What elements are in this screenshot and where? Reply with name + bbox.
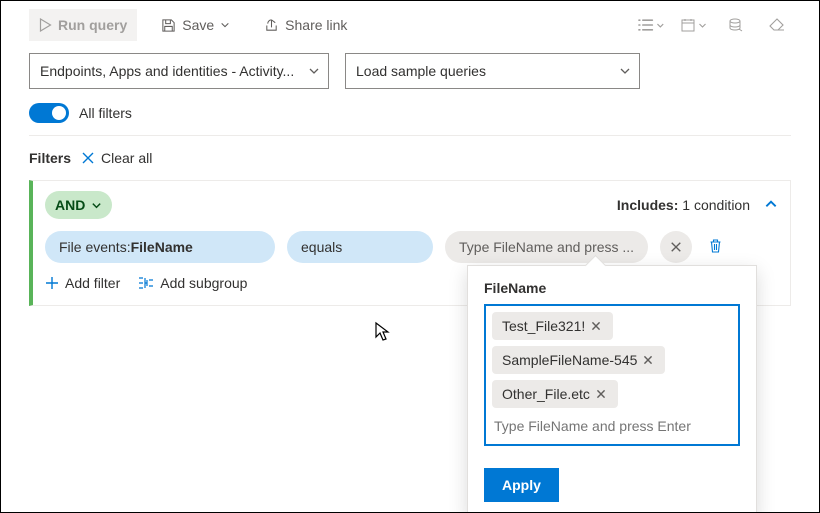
add-filter-button[interactable]: Add filter <box>45 275 120 291</box>
save-label: Save <box>182 17 214 33</box>
share-link-button[interactable]: Share link <box>254 9 357 41</box>
plus-icon <box>45 276 59 290</box>
calendar-icon[interactable] <box>679 11 707 39</box>
apply-button[interactable]: Apply <box>484 468 559 502</box>
run-query-label: Run query <box>58 17 127 33</box>
save-button[interactable]: Save <box>151 9 240 41</box>
play-icon <box>39 18 52 32</box>
value-tag: SampleFileName-545 <box>492 346 665 374</box>
remove-tag-button[interactable] <box>585 321 607 331</box>
database-icon[interactable] <box>721 11 749 39</box>
filter-operator-label: equals <box>301 239 342 255</box>
clear-all-button[interactable]: Clear all <box>81 150 152 166</box>
filter-value-chip[interactable]: Type FileName and press ... <box>445 231 648 263</box>
chevron-down-icon <box>220 20 230 30</box>
value-tag-label: Test_File321! <box>502 318 585 334</box>
subgroup-icon <box>138 276 154 290</box>
close-icon <box>591 321 601 331</box>
all-filters-label: All filters <box>79 105 132 121</box>
filename-popover: FileName Test_File321! SampleFileName-54… <box>467 265 757 513</box>
erase-icon[interactable] <box>763 11 791 39</box>
sample-queries-dropdown[interactable]: Load sample queries <box>345 53 640 89</box>
toolbar: Run query Save Share link <box>1 1 819 43</box>
close-icon <box>670 241 682 253</box>
filter-value-placeholder: Type FileName and press ... <box>459 239 634 255</box>
close-icon <box>596 389 606 399</box>
logic-operator-pill[interactable]: AND <box>45 191 112 219</box>
value-tag: Test_File321! <box>492 312 613 340</box>
logic-operator-label: AND <box>55 197 85 213</box>
close-icon <box>643 355 653 365</box>
add-subgroup-button[interactable]: Add subgroup <box>138 275 247 291</box>
clear-all-label: Clear all <box>101 150 152 166</box>
run-query-button[interactable]: Run query <box>29 9 137 41</box>
popover-title: FileName <box>484 280 740 296</box>
add-subgroup-label: Add subgroup <box>160 275 247 291</box>
add-filter-label: Add filter <box>65 275 120 291</box>
trash-icon <box>708 238 723 254</box>
chevron-down-icon <box>619 65 631 77</box>
chevron-up-icon <box>764 197 778 211</box>
share-icon <box>264 18 279 33</box>
query-scope-dropdown[interactable]: Endpoints, Apps and identities - Activit… <box>29 53 329 89</box>
filter-field-prefix: File events: <box>59 239 131 255</box>
filters-heading: Filters <box>29 150 71 166</box>
share-label: Share link <box>285 17 347 33</box>
chevron-down-icon <box>308 65 320 77</box>
close-icon <box>81 151 95 165</box>
list-view-icon[interactable] <box>637 11 665 39</box>
apply-label: Apply <box>502 477 541 493</box>
value-tag: Other_File.etc <box>492 380 618 408</box>
remove-condition-button[interactable] <box>660 231 692 263</box>
sample-queries-label: Load sample queries <box>356 63 486 79</box>
remove-tag-button[interactable] <box>637 355 659 365</box>
query-scope-label: Endpoints, Apps and identities - Activit… <box>40 63 294 79</box>
cursor-icon <box>374 321 392 343</box>
filter-field-name: FileName <box>131 239 193 255</box>
collapse-button[interactable] <box>764 197 778 214</box>
includes-summary: Includes: 1 condition <box>617 197 750 213</box>
save-icon <box>161 18 176 33</box>
value-input[interactable] <box>492 414 732 438</box>
delete-group-button[interactable] <box>704 234 727 261</box>
all-filters-toggle[interactable] <box>29 103 69 123</box>
filter-field-chip[interactable]: File events: FileName <box>45 231 275 263</box>
value-input-container[interactable]: Test_File321! SampleFileName-545 Other_F… <box>484 304 740 446</box>
remove-tag-button[interactable] <box>590 389 612 399</box>
value-tag-label: Other_File.etc <box>502 386 590 402</box>
chevron-down-icon <box>91 200 102 211</box>
value-tag-label: SampleFileName-545 <box>502 352 637 368</box>
filter-operator-chip[interactable]: equals <box>287 231 433 263</box>
